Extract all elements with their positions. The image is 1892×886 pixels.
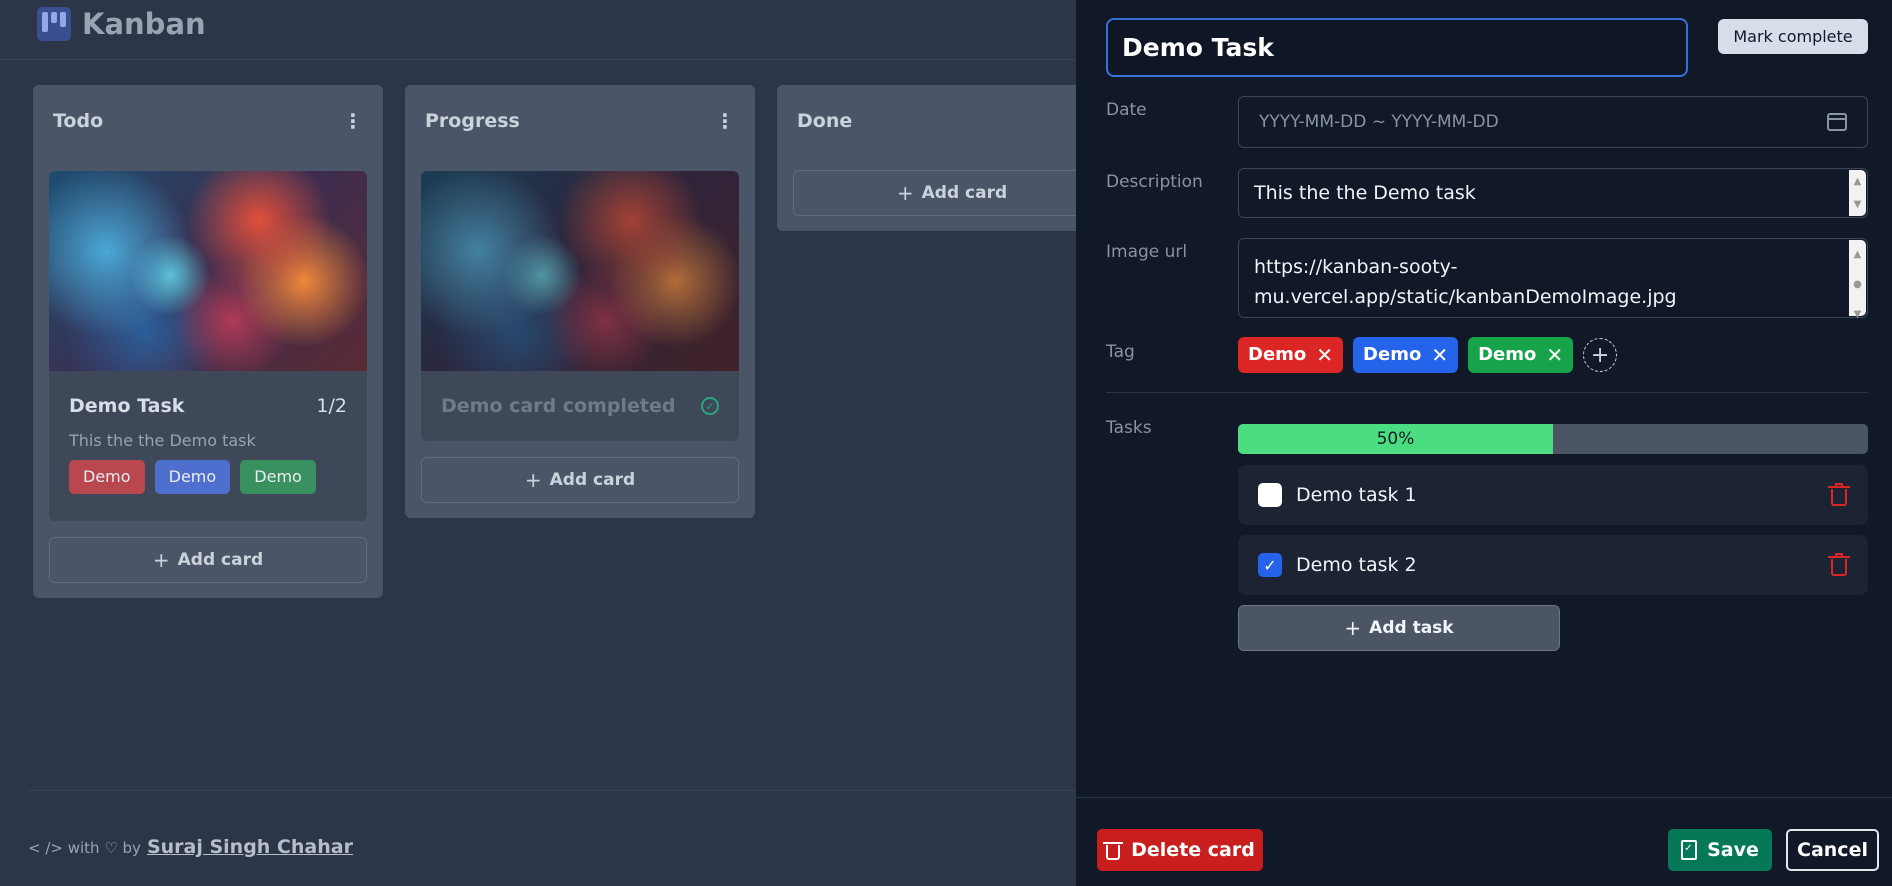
tag-chip-label: Demo (1363, 344, 1422, 365)
image-url-label: Image url (1106, 242, 1188, 262)
column-header: Progress ⋮ (405, 85, 755, 157)
task-checkbox[interactable]: ✓ (1258, 553, 1282, 577)
plus-icon: + (896, 181, 914, 205)
date-label: Date (1106, 100, 1147, 120)
task-label: Demo task 1 (1296, 484, 1417, 506)
description-value: This the the Demo task (1254, 182, 1476, 204)
card-title: Demo Task (69, 395, 185, 417)
delete-card-button[interactable]: Delete card (1097, 829, 1263, 871)
footer-divider (27, 790, 1076, 791)
tag-label: Tag (1106, 342, 1135, 362)
task-item: Demo task 1 (1238, 465, 1868, 525)
file-check-icon (1681, 840, 1698, 860)
progress-text: 50% (1376, 429, 1415, 449)
remove-tag-icon[interactable]: ✕ (1431, 337, 1448, 373)
column-title: Progress (425, 110, 520, 132)
date-placeholder: YYYY-MM-DD ~ YYYY-MM-DD (1259, 112, 1499, 132)
card-title-input[interactable] (1106, 18, 1688, 77)
cancel-button[interactable]: Cancel (1786, 829, 1879, 871)
task-item: ✓ Demo task 2 (1238, 535, 1868, 595)
column-header: Done (777, 85, 1127, 157)
progress-fill: 50% (1238, 424, 1553, 454)
image-url-textarea[interactable]: https://kanban-sooty- mu.vercel.app/stat… (1238, 238, 1868, 320)
drawer-footer-divider (1076, 797, 1892, 798)
column-progress: Progress ⋮ Demo card completed ✓ + Add c… (405, 85, 755, 518)
card-tag: Demo (240, 460, 316, 494)
author-link[interactable]: Suraj Singh Chahar (147, 836, 353, 858)
tasks-label: Tasks (1106, 418, 1152, 438)
footer-text: < /> with ♡ by (28, 839, 141, 857)
column-todo: Todo ⋮ Demo Task 1/2 This the the Demo t… (33, 85, 383, 598)
add-card-button[interactable]: + Add card (421, 457, 739, 503)
card-description: This the the Demo task (69, 431, 256, 450)
tasks-progress-bar: 50% (1238, 424, 1868, 454)
add-task-label: Add task (1369, 618, 1454, 638)
card-image (49, 171, 367, 371)
add-card-label: Add card (921, 183, 1008, 203)
card-image (421, 171, 739, 371)
card-task-count: 1/2 (316, 395, 347, 417)
plus-icon: + (152, 548, 170, 572)
app-title: Kanban (82, 6, 206, 41)
card-editor-drawer: Mark complete Date YYYY-MM-DD ~ YYYY-MM-… (1076, 0, 1892, 886)
delete-card-label: Delete card (1131, 839, 1255, 861)
trash-icon (1103, 840, 1124, 860)
column-title: Todo (53, 110, 104, 132)
more-options-icon[interactable]: ⋮ (715, 111, 735, 131)
save-button[interactable]: Save (1668, 829, 1772, 871)
plus-icon: + (524, 468, 542, 492)
tag-chip: Demo ✕ (1468, 337, 1574, 373)
completed-check-icon: ✓ (701, 397, 719, 415)
column-title: Done (797, 110, 853, 132)
delete-task-icon[interactable] (1828, 553, 1850, 576)
tag-chip-label: Demo (1478, 344, 1537, 365)
add-task-button[interactable]: + Add task (1238, 605, 1560, 651)
add-card-button[interactable]: + Add card (49, 537, 367, 583)
column-done: Done + Add card (777, 85, 1127, 231)
date-range-field[interactable]: YYYY-MM-DD ~ YYYY-MM-DD (1238, 96, 1868, 148)
kanban-card[interactable]: Demo card completed ✓ (421, 171, 739, 441)
calendar-icon (1827, 113, 1847, 131)
delete-task-icon[interactable] (1828, 483, 1850, 506)
remove-tag-icon[interactable]: ✕ (1546, 337, 1563, 373)
textarea-scrollbar[interactable]: ▲ ● ▼ (1849, 240, 1866, 320)
card-tag: Demo (69, 460, 145, 494)
description-label: Description (1106, 172, 1203, 192)
top-bar: Kanban (0, 0, 1076, 60)
tag-list: Demo ✕ Demo ✕ Demo ✕ + (1238, 337, 1618, 373)
section-divider (1106, 392, 1868, 393)
tag-chip: Demo ✕ (1238, 337, 1344, 373)
footer: < /> with ♡ by Suraj Singh Chahar (28, 836, 353, 858)
add-card-button[interactable]: + Add card (793, 170, 1111, 216)
description-textarea[interactable]: This the the Demo task ▲ ▼ (1238, 168, 1868, 218)
plus-icon: + (1344, 616, 1362, 640)
tag-chip-label: Demo (1248, 344, 1307, 365)
add-card-label: Add card (177, 550, 264, 570)
save-label: Save (1707, 839, 1759, 861)
column-header: Todo ⋮ (33, 85, 383, 157)
image-url-line: mu.vercel.app/static/kanbanDemoImage.jpg (1254, 286, 1677, 308)
tag-chip: Demo ✕ (1353, 337, 1459, 373)
add-card-label: Add card (549, 470, 636, 490)
task-label: Demo task 2 (1296, 554, 1417, 576)
mark-complete-button[interactable]: Mark complete (1718, 19, 1868, 54)
more-options-icon[interactable]: ⋮ (343, 111, 363, 131)
kanban-card[interactable]: Demo Task 1/2 This the the Demo task Dem… (49, 171, 367, 521)
image-url-line: https://kanban-sooty- (1254, 256, 1458, 278)
card-title: Demo card completed (441, 395, 676, 417)
card-tags: Demo Demo Demo (49, 450, 367, 494)
textarea-scrollbar[interactable]: ▲ ▼ (1849, 170, 1866, 216)
card-tag: Demo (154, 460, 231, 494)
add-tag-icon[interactable]: + (1583, 338, 1618, 372)
task-checkbox[interactable] (1258, 483, 1282, 507)
kanban-logo-icon (37, 6, 71, 41)
remove-tag-icon[interactable]: ✕ (1316, 337, 1333, 373)
